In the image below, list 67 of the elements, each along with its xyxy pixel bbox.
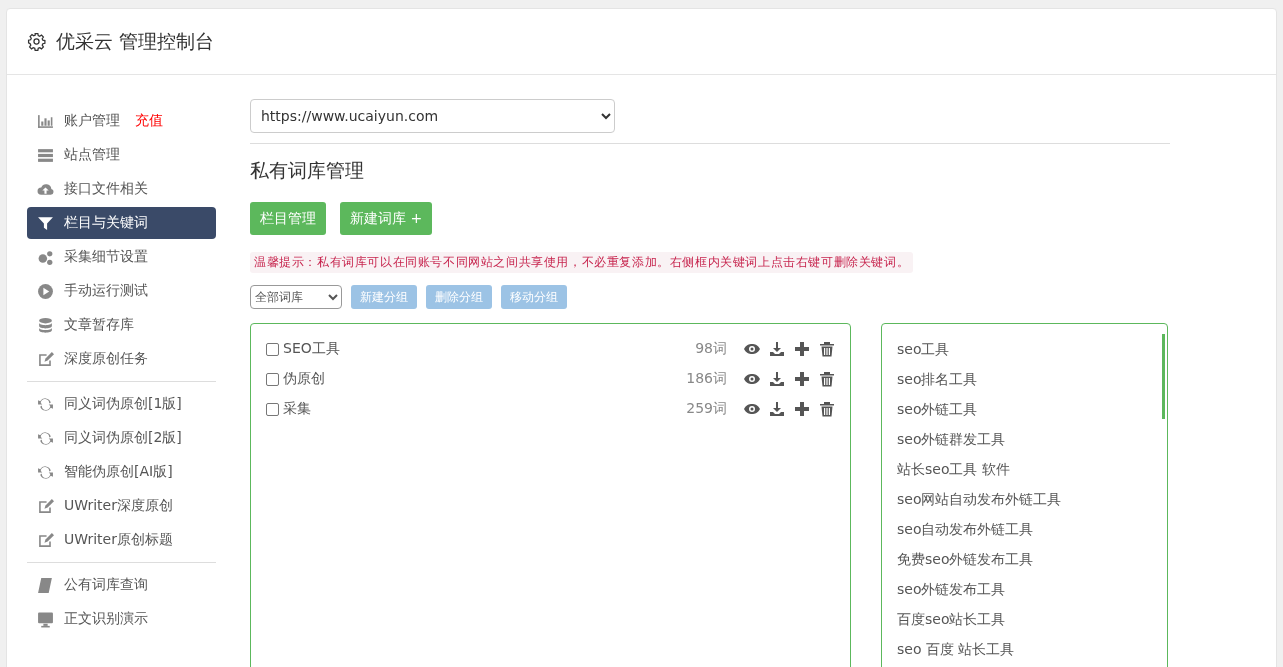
edit-icon [37,531,54,549]
sidebar-item[interactable]: UWriter深度原创 [27,490,216,522]
checkbox[interactable] [266,402,279,416]
trash-icon[interactable] [819,341,835,357]
play-icon [37,282,54,300]
tip-text: 温馨提示：私有词库可以在同账号不同网站之间共享使用，不必重复添加。右侧框内关键词上点击右键可删除关键词。 [250,252,914,273]
word-count: 98词 [695,340,727,358]
checkbox[interactable] [266,372,279,386]
sidebar-item[interactable]: 采集细节设置 [27,241,216,273]
download-icon[interactable] [769,371,785,387]
plus-icon[interactable] [794,341,810,357]
edit-icon [37,350,54,368]
sidebar-item[interactable]: 智能伪原创[AI版] [27,456,216,488]
server-icon [37,146,54,164]
keyword-item[interactable]: seo自动发布外链工具 [897,514,1167,544]
page-title: 私有词库管理 [250,158,365,183]
sidebar-item[interactable]: 站点管理 [27,139,216,171]
sidebar-item[interactable]: 正文识别演示 [27,603,216,635]
site-select[interactable]: https://www.ucaiyun.com [250,99,615,133]
sidebar-item[interactable]: 手动运行测试 [27,275,216,307]
monitor-icon [37,610,54,628]
scrollbar[interactable] [1162,334,1165,419]
library-name: SEO工具 [283,340,341,358]
library-name: 采集 [283,400,312,418]
sidebar-item[interactable]: 账户管理 充值 [27,105,216,137]
download-icon[interactable] [769,341,785,357]
eye-icon[interactable] [744,401,760,417]
sidebar-item[interactable]: 公有词库查询 [27,569,216,601]
checkbox[interactable] [266,342,279,356]
console-title: 优采云 管理控制台 [56,28,215,54]
sidebar-item[interactable]: 同义词伪原创[2版] [27,422,216,454]
chart-icon [37,112,54,130]
keyword-item[interactable]: 站长seo工具 软件 [897,454,1167,484]
filter-icon [37,214,54,232]
keyword-item[interactable]: seo网站自动发布外链工具 [897,484,1167,514]
library-name: 伪原创 [283,370,326,388]
keyword-item[interactable]: seo外链发布工具 [897,574,1167,604]
download-icon[interactable] [769,401,785,417]
keyword-item[interactable]: seo工具 [897,334,1167,364]
refresh-icon [37,429,54,447]
refresh-icon [37,395,54,413]
sidebar-item[interactable]: 接口文件相关 [27,173,216,205]
plus-icon[interactable] [794,401,810,417]
eye-icon[interactable] [744,341,760,357]
keyword-item[interactable]: 百度seo站长工具 [897,604,1167,634]
sidebar-item[interactable]: UWriter原创标题 [27,524,216,556]
eye-icon[interactable] [744,371,760,387]
trash-icon[interactable] [819,401,835,417]
word-count: 186词 [686,370,727,388]
word-count: 259词 [686,400,727,418]
recharge-link[interactable]: 充值 [135,112,163,130]
plus-icon[interactable] [794,371,810,387]
keyword-item[interactable]: 免费seo外链发布工具 [897,544,1167,574]
sidebar-item[interactable]: 深度原创任务 [27,343,216,375]
database-icon [37,316,54,334]
group-select[interactable]: 全部词库 [250,285,342,309]
keyword-item[interactable]: seo外链群发工具 [897,424,1167,454]
keyword-item[interactable]: seo排名工具 [897,364,1167,394]
trash-icon[interactable] [819,371,835,387]
sidebar-item[interactable]: 文章暂存库 [27,309,216,341]
keyword-item[interactable]: seo 百度 站长工具 [897,634,1167,664]
settings-icon [27,32,46,51]
sidebar-item[interactable]: 同义词伪原创[1版] [27,388,216,420]
refresh-icon [37,463,54,481]
keyword-item[interactable]: seo外链工具 [897,394,1167,424]
edit-icon [37,497,54,515]
sidebar-item[interactable]: 栏目与关键词 [27,207,216,239]
